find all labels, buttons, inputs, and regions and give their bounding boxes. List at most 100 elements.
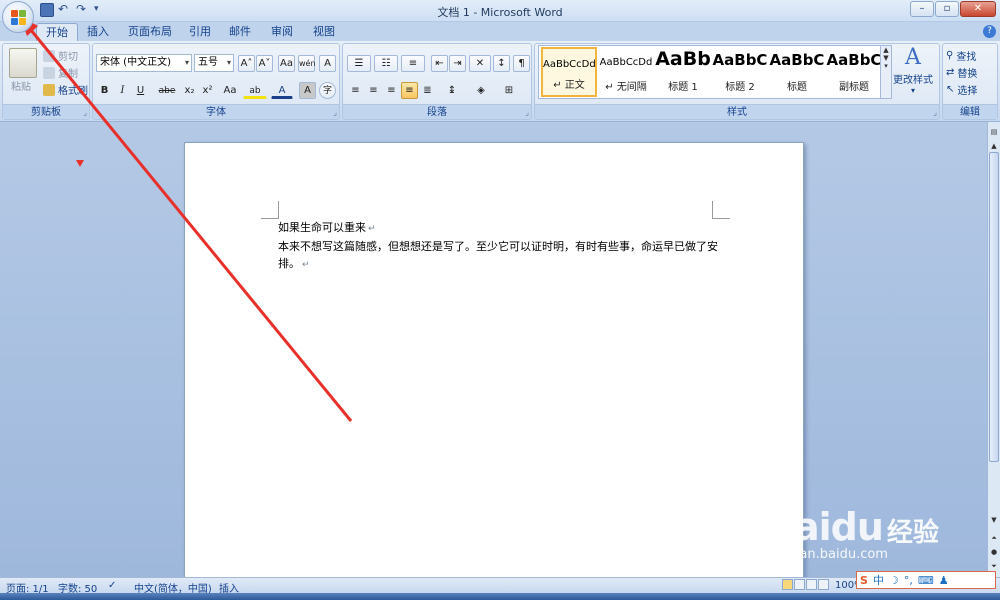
full-screen-reading-view-icon[interactable] — [794, 579, 805, 590]
ime-mode[interactable]: 中 — [873, 572, 884, 588]
ribbon-tabs: 开始 插入 页面布局 引用 邮件 审阅 视图 ? — [0, 22, 1000, 41]
style-sample: AaBbC — [826, 51, 882, 69]
scroll-thumb[interactable] — [989, 152, 999, 462]
replace-button[interactable]: ⇄ 替换 — [946, 65, 977, 80]
show-marks-button[interactable]: ¶ — [513, 55, 530, 72]
char-shading-button[interactable]: A — [299, 82, 316, 99]
scroll-down-icon[interactable]: ▼ — [988, 514, 1000, 526]
tab-mailings[interactable]: 邮件 — [222, 23, 258, 41]
enclose-char-button[interactable]: 字 — [319, 82, 336, 99]
styles-dialog-launcher-icon[interactable]: ⌟ — [933, 108, 937, 117]
bullets-button[interactable]: ☰ — [347, 55, 371, 72]
outline-view-icon[interactable] — [818, 579, 829, 590]
style-sample: AaBbCcDd — [599, 57, 653, 68]
paste-icon[interactable] — [9, 48, 37, 78]
clipboard-dialog-launcher-icon[interactable]: ⌟ — [83, 108, 87, 117]
shrink-font-button[interactable]: A˅ — [256, 55, 273, 72]
paragraph-1-text: 如果生命可以重来 — [278, 221, 366, 234]
font-size-select[interactable]: 五号 ▾ — [194, 54, 234, 72]
multilevel-list-button[interactable]: ≡ — [401, 55, 425, 72]
style-normal[interactable]: AaBbCcDd ↵ 正文 — [541, 47, 597, 97]
bold-button[interactable]: B — [96, 82, 113, 99]
document-page[interactable]: 如果生命可以重来 ↵ 本来不想写这篇随感，但想想还是写了。至少它可以证时明，有时有… — [184, 142, 804, 578]
change-styles-dropdown-icon: ▾ — [910, 86, 915, 95]
paragraph-1: 如果生命可以重来 ↵ — [278, 219, 718, 238]
distributed-button[interactable]: ≣ — [419, 82, 436, 99]
font-name-select[interactable]: 宋体 (中文正文) ▾ — [96, 54, 192, 72]
minimize-button[interactable]: – — [910, 1, 934, 17]
previous-page-icon[interactable]: ⏶ — [988, 532, 1000, 544]
copy-button[interactable]: 复制 — [43, 65, 78, 80]
style-sample: AaBbC — [712, 51, 768, 69]
moon-icon[interactable]: ☽ — [889, 574, 899, 587]
paste-button[interactable]: 粘贴 — [11, 78, 31, 93]
style-heading-2[interactable]: AaBbC 标题 2 — [712, 47, 768, 97]
replace-label: 替换 — [957, 69, 978, 80]
keyboard-icon[interactable]: ⌨ — [918, 574, 934, 587]
office-button[interactable] — [2, 1, 34, 33]
format-painter-button[interactable]: 格式刷 — [43, 82, 88, 97]
user-icon[interactable]: ♟ — [939, 574, 949, 587]
char-border-button[interactable]: A — [319, 55, 336, 72]
tab-review[interactable]: 审阅 — [264, 23, 300, 41]
close-button[interactable]: ✕ — [960, 1, 996, 17]
highlight-button[interactable]: ab — [243, 82, 267, 99]
style-name: 标题 2 — [725, 82, 755, 93]
line-spacing-button[interactable]: ↨ — [441, 82, 463, 99]
tab-view[interactable]: 视图 — [306, 23, 342, 41]
select-browse-object-icon[interactable]: ● — [988, 546, 1000, 558]
borders-button[interactable]: ⊞ — [497, 82, 521, 99]
grow-font-button[interactable]: A˄ — [238, 55, 255, 72]
shading-button[interactable]: ◈ — [469, 82, 493, 99]
ruler-toggle-icon[interactable]: ▤ — [988, 126, 1000, 138]
web-layout-view-icon[interactable] — [806, 579, 817, 590]
decrease-indent-button[interactable]: ⇤ — [431, 55, 448, 72]
superscript-button[interactable]: x² — [199, 82, 216, 99]
underline-button[interactable]: U — [132, 82, 149, 99]
help-icon[interactable]: ? — [983, 25, 996, 38]
clear-format-button[interactable]: Aa — [278, 55, 295, 72]
tab-page-layout[interactable]: 页面布局 — [122, 23, 178, 41]
strikethrough-button[interactable]: abe — [155, 82, 179, 99]
style-heading-1[interactable]: AaBb 标题 1 — [655, 47, 711, 97]
italic-button[interactable]: I — [114, 82, 131, 99]
style-name: ↵ 无间隔 — [605, 82, 647, 93]
sort-button[interactable]: ↕ — [493, 55, 510, 72]
ime-toolbar[interactable]: S 中 ☽ °, ⌨ ♟ — [856, 571, 996, 589]
style-gallery-scroll[interactable]: ▲ ▼ ▾ — [880, 45, 892, 99]
style-no-spacing[interactable]: AaBbCcDd ↵ 无间隔 — [598, 47, 654, 97]
align-left-button[interactable]: ≡ — [347, 82, 364, 99]
justify-button[interactable]: ≡ — [401, 82, 418, 99]
align-right-button[interactable]: ≡ — [383, 82, 400, 99]
format-painter-icon — [43, 83, 55, 96]
tab-references[interactable]: 引用 — [182, 23, 218, 41]
scroll-up-icon[interactable]: ▲ — [988, 140, 1000, 152]
numbering-button[interactable]: ☷ — [374, 55, 398, 72]
subscript-button[interactable]: x₂ — [181, 82, 198, 99]
change-styles-button[interactable]: A 更改样式 ▾ — [892, 45, 934, 95]
style-title[interactable]: AaBbC 标题 — [769, 47, 825, 97]
document-body[interactable]: 如果生命可以重来 ↵ 本来不想写这篇随感，但想想还是写了。至少它可以证时明，有时有… — [278, 219, 718, 274]
paragraph-dialog-launcher-icon[interactable]: ⌟ — [525, 108, 529, 117]
vertical-scrollbar[interactable]: ▤ ▲ ▼ ⏶ ● ⏷ — [987, 122, 1000, 577]
style-subtitle[interactable]: AaBbC 副标题 — [826, 47, 882, 97]
cut-button[interactable]: 剪切 — [43, 48, 78, 63]
style-gallery: AaBbCcDd ↵ 正文 AaBbCcDd ↵ 无间隔 AaBb 标题 1 A… — [538, 45, 882, 99]
select-button[interactable]: ↖ 选择 — [946, 82, 977, 97]
restore-button[interactable]: ▫ — [935, 1, 959, 17]
proofing-icon[interactable]: ✓ — [108, 580, 116, 591]
tab-home[interactable]: 开始 — [36, 23, 78, 41]
change-case-button[interactable]: Aa — [219, 82, 241, 99]
change-styles-label: 更改样式 — [893, 75, 933, 86]
increase-indent-button[interactable]: ⇥ — [449, 55, 466, 72]
font-dialog-launcher-icon[interactable]: ⌟ — [333, 108, 337, 117]
find-button[interactable]: ⚲ 查找 — [946, 48, 976, 63]
align-center-button[interactable]: ≡ — [365, 82, 382, 99]
chinese-layout-button[interactable]: ✕ — [469, 55, 491, 72]
tab-insert[interactable]: 插入 — [80, 23, 116, 41]
font-color-button[interactable]: A — [271, 82, 293, 99]
print-layout-view-icon[interactable] — [782, 579, 793, 590]
punctuation-icon[interactable]: °, — [904, 574, 913, 587]
phonetic-guide-button[interactable]: wén — [298, 55, 316, 72]
watermark-brand-cn: 经验 — [886, 518, 939, 548]
